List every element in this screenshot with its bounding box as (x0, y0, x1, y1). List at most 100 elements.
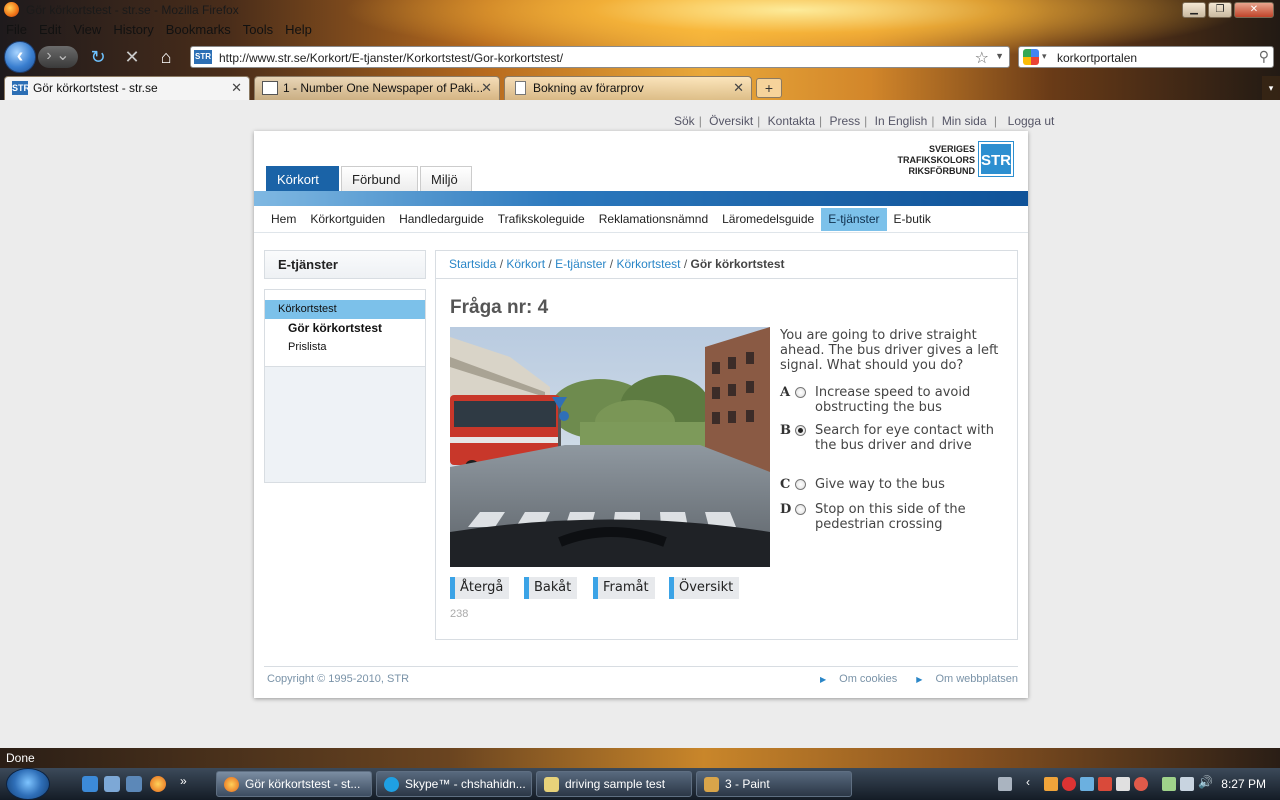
breadcrumb-e-tjanster[interactable]: E-tjänster (555, 257, 606, 271)
url-history-dropdown-icon[interactable]: ▼ (995, 51, 1004, 61)
maximize-button[interactable]: ❐ (1208, 2, 1232, 18)
status-text: Done (6, 751, 35, 765)
close-window-button[interactable]: ✕ (1234, 2, 1274, 18)
bakat-button[interactable]: Bakåt (524, 577, 578, 599)
subnav-e-tjanster[interactable]: E-tjänster (821, 208, 887, 231)
antivirus-icon[interactable] (1062, 777, 1076, 791)
menu-history[interactable]: History (107, 20, 159, 40)
reload-icon[interactable]: ↻ (88, 47, 108, 67)
close-tab-icon[interactable]: ✕ (481, 80, 492, 96)
tab-gor-korkortstest[interactable]: STR Gör körkortstest - str.se ✕ (4, 76, 250, 101)
answer-b[interactable]: B Search for eye contact with the bus dr… (780, 423, 1005, 469)
sidebar-item-prislista[interactable]: Prislista (265, 338, 425, 357)
bookmark-star-icon[interactable]: ☆ (975, 48, 989, 68)
tray-tool-icon[interactable] (1098, 777, 1112, 791)
sidebar-item-korkortstest[interactable]: Körkortstest (265, 300, 425, 319)
show-desktop-icon[interactable] (104, 776, 120, 792)
oversikt-button[interactable]: Översikt (669, 577, 740, 599)
tab-newspaper[interactable]: 1 - Number One Newspaper of Paki... ✕ (254, 76, 500, 100)
volume-icon[interactable]: 🔊 (1198, 775, 1213, 789)
menu-view[interactable]: View (67, 20, 107, 40)
breadcrumb-korkort[interactable]: Körkort (506, 257, 545, 271)
taskbar-item-skype[interactable]: Skype™ - chshahidn... (376, 771, 532, 797)
tray-device-icon[interactable] (1116, 777, 1130, 791)
taskbar-item-paint[interactable]: 3 - Paint (696, 771, 852, 797)
link-sok[interactable]: Sök (674, 114, 695, 128)
menu-tools[interactable]: Tools (237, 20, 279, 40)
menu-bookmarks[interactable]: Bookmarks (160, 20, 237, 40)
subnav-trafikskoleguide[interactable]: Trafikskoleguide (491, 208, 592, 231)
atergaa-button[interactable]: Återgå (450, 577, 510, 599)
link-logga-ut[interactable]: Logga ut (1008, 114, 1055, 128)
minimize-button[interactable]: ▁ (1182, 2, 1206, 18)
clock[interactable]: 8:27 PM (1221, 777, 1266, 791)
subnav-hem[interactable]: Hem (264, 208, 303, 231)
tray-flash-icon[interactable] (1134, 777, 1148, 791)
link-in-english[interactable]: In English (875, 114, 928, 128)
sidebar-item-gor-korkortstest[interactable]: Gör körkortstest (265, 319, 425, 338)
firefox-quicklaunch-icon[interactable] (150, 776, 166, 792)
footer-link-cookies[interactable]: ▶ Om cookies (812, 673, 897, 685)
answer-a-radio[interactable] (795, 387, 806, 398)
network-icon[interactable] (1180, 777, 1194, 791)
breadcrumb-korkortstest[interactable]: Körkortstest (616, 257, 680, 271)
keyboard-icon[interactable] (998, 777, 1012, 791)
search-engine-dropdown-icon[interactable]: ▾ (1042, 51, 1047, 62)
home-icon[interactable]: ⌂ (156, 47, 176, 67)
subnav-reklamationsnamnd[interactable]: Reklamationsnämnd (592, 208, 715, 231)
list-all-tabs-button[interactable]: ▾ (1262, 76, 1280, 100)
menu-edit[interactable]: Edit (33, 20, 67, 40)
quicklaunch-overflow-icon[interactable]: » (180, 774, 196, 790)
link-kontakta[interactable]: Kontakta (768, 114, 815, 128)
google-search-engine-icon[interactable] (1023, 49, 1039, 65)
tray-skype-icon[interactable] (1080, 777, 1094, 791)
safely-remove-icon[interactable] (1162, 777, 1176, 791)
url-text[interactable]: http://www.str.se/Korkort/E-tjanster/Kor… (219, 51, 563, 65)
menu-help[interactable]: Help (279, 20, 318, 40)
answer-d[interactable]: D Stop on this side of the pedestrian cr… (780, 502, 1005, 534)
menu-bar: File Edit View History Bookmarks Tools H… (0, 20, 318, 40)
tab-korkort[interactable]: Körkort (266, 166, 339, 191)
menu-file[interactable]: File (0, 20, 33, 40)
tray-expand-icon[interactable]: ‹ (1026, 775, 1040, 789)
link-oversikt[interactable]: Översikt (709, 114, 753, 128)
back-button[interactable]: ‹ (4, 41, 36, 73)
internet-explorer-icon[interactable] (82, 776, 98, 792)
tray-app-icon[interactable] (1044, 777, 1058, 791)
navigation-toolbar: ‹ › ⌄ ↻ ✕ ⌂ STR http://www.str.se/Korkor… (0, 40, 1280, 73)
taskbar-item-notepad[interactable]: driving sample test (536, 771, 692, 797)
subnav-laromedelsguide[interactable]: Läromedelsguide (715, 208, 821, 231)
link-press[interactable]: Press (829, 114, 860, 128)
search-bar[interactable]: ▾ korkortportalen ⚲ (1018, 46, 1274, 68)
search-input[interactable]: korkortportalen (1057, 51, 1137, 65)
subnav-handledarguide[interactable]: Handledarguide (392, 208, 491, 231)
site-identity-icon[interactable]: STR (194, 50, 212, 64)
answer-b-radio[interactable] (795, 425, 806, 436)
switch-windows-icon[interactable] (126, 776, 142, 792)
close-tab-icon[interactable]: ✕ (733, 80, 744, 96)
answer-c-radio[interactable] (795, 479, 806, 490)
framat-button[interactable]: Framåt (593, 577, 655, 599)
footer-link-webbplatsen[interactable]: ▶ Om webbplatsen (908, 673, 1018, 685)
tab-forbund[interactable]: Förbund (341, 166, 418, 191)
tab-miljo[interactable]: Miljö (420, 166, 472, 191)
search-icon[interactable]: ⚲ (1259, 48, 1269, 65)
newspaper-favicon-icon (262, 81, 278, 95)
url-bar[interactable]: STR http://www.str.se/Korkort/E-tjanster… (190, 46, 1010, 68)
answer-letter: C (780, 477, 791, 492)
taskbar-item-firefox[interactable]: Gör körkortstest - st... (216, 771, 372, 797)
new-tab-button[interactable]: + (756, 78, 782, 98)
start-button[interactable] (6, 768, 50, 800)
answer-d-radio[interactable] (795, 504, 806, 515)
subnav-korkortguiden[interactable]: Körkortguiden (303, 208, 392, 231)
str-logo[interactable]: SVERIGES TRAFIKSKOLORS RIKSFÖRBUND STR (891, 141, 1014, 178)
link-min-sida[interactable]: Min sida (942, 114, 987, 128)
tab-bokning[interactable]: Bokning av förarprov ✕ (504, 76, 752, 100)
forward-button[interactable]: › ⌄ (38, 46, 78, 68)
answer-c[interactable]: C Give way to the bus (780, 477, 1005, 493)
breadcrumb-startsida[interactable]: Startsida (449, 257, 496, 271)
stop-icon[interactable]: ✕ (122, 47, 142, 67)
subnav-e-butik[interactable]: E-butik (887, 208, 938, 231)
answer-a[interactable]: A Increase speed to avoid obstructing th… (780, 385, 1005, 417)
close-tab-icon[interactable]: ✕ (231, 80, 242, 96)
